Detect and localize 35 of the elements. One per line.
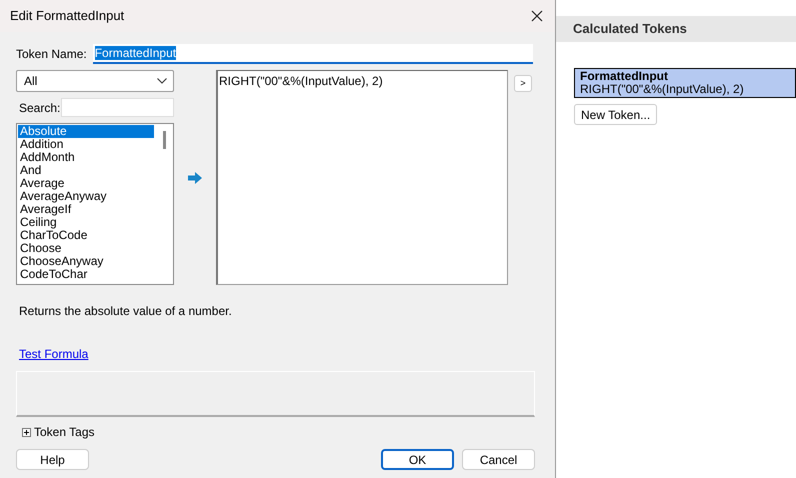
dialog-button[interactable]: Cancel [462, 449, 535, 470]
list-item[interactable]: AddMonth [18, 151, 154, 164]
list-item[interactable]: Addition [18, 138, 154, 151]
token-card[interactable]: FormattedInput RIGHT("00"&%(InputValue), 2) [574, 68, 796, 98]
dialog-button[interactable]: Help [16, 449, 89, 470]
list-item[interactable]: And [18, 164, 154, 177]
dialog-button[interactable]: OK [381, 449, 454, 470]
new-token-button[interactable]: New Token... [574, 104, 658, 125]
list-item[interactable]: CodeToChar [18, 268, 154, 281]
search-field[interactable] [61, 98, 174, 117]
list-item[interactable]: ChooseAnyway [18, 255, 154, 268]
list-item[interactable]: Choose [18, 242, 154, 255]
token-name-field[interactable]: FormattedInput [92, 44, 533, 64]
category-dropdown[interactable]: All [16, 70, 174, 92]
list-item[interactable]: CharToCode [18, 229, 154, 242]
test-formula-link[interactable]: Test Formula [19, 347, 88, 361]
field-label: Token Name: [16, 46, 87, 63]
close-icon [529, 8, 545, 24]
section-label[interactable]: Token Tags [34, 423, 94, 441]
right-arrow-icon[interactable] [187, 170, 203, 184]
list-item[interactable]: Average [18, 177, 154, 190]
description-text: Returns the absolute value of a number. [19, 304, 232, 318]
list-item[interactable]: AverageIf [18, 203, 154, 216]
window-title: Edit FormattedInput [10, 7, 124, 26]
close-button[interactable] [529, 8, 545, 24]
field-label: Search: [19, 100, 60, 116]
list-item[interactable]: Ceiling [18, 216, 154, 229]
scrollbar[interactable] [163, 131, 166, 149]
formula-editor[interactable]: RIGHT("00"&%(InputValue), 2) [216, 70, 508, 285]
panel-header: Calculated Tokens [556, 16, 796, 42]
expand-icon[interactable] [22, 428, 31, 436]
list-item[interactable]: AverageAnyway [18, 190, 154, 203]
expand-button[interactable]: > [514, 74, 532, 92]
chevron-icon [157, 78, 167, 84]
list-item[interactable]: Absolute [18, 125, 154, 138]
